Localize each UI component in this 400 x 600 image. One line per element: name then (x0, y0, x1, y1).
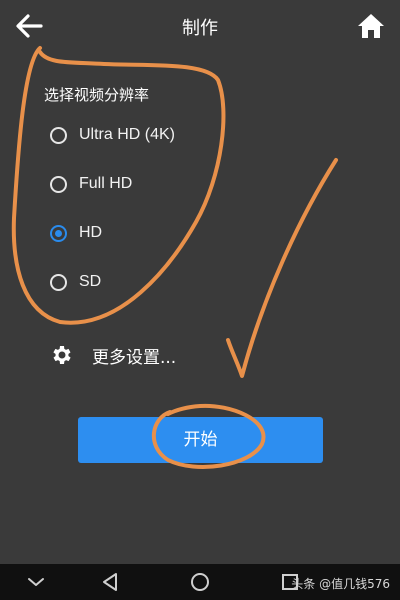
radio-label: Ultra HD (4K) (79, 126, 176, 143)
screen: 制作 选择视频分辨率 Ultra HD (4K) Full HD HD SD 更… (0, 0, 400, 600)
radio-button[interactable] (50, 126, 67, 144)
radio-label: SD (79, 273, 102, 290)
back-triangle-icon (103, 573, 117, 591)
app-bar: 制作 (0, 0, 400, 52)
more-settings-row[interactable]: 更多设置... (50, 341, 176, 369)
radio-option-ultra-hd[interactable]: Ultra HD (4K) (50, 122, 175, 148)
radio-button-selected[interactable] (50, 224, 67, 242)
nav-hide-button[interactable] (18, 564, 54, 600)
radio-option-hd[interactable]: HD (50, 220, 102, 246)
home-icon (358, 14, 384, 38)
start-button[interactable]: 开始 (78, 417, 323, 463)
radio-option-sd[interactable]: SD (50, 269, 101, 295)
watermark-text: 头条 @值几钱576 (291, 577, 390, 591)
annotation-checkmark (226, 158, 338, 378)
radio-label: Full HD (79, 175, 133, 192)
home-circle-icon (191, 573, 209, 591)
system-nav-bar: 头条 @值几钱576 (0, 564, 400, 600)
more-settings-label: 更多设置... (92, 347, 177, 368)
home-button[interactable] (356, 11, 386, 41)
gear-icon (53, 346, 71, 364)
nav-home-button[interactable] (182, 564, 218, 600)
resolution-section-title: 选择视频分辨率 (44, 86, 150, 104)
page-title: 制作 (182, 18, 218, 39)
chevron-down-icon (28, 578, 44, 586)
radio-label: HD (79, 224, 103, 241)
radio-button[interactable] (50, 273, 67, 291)
nav-back-button[interactable] (92, 564, 128, 600)
radio-option-full-hd[interactable]: Full HD (50, 171, 132, 197)
radio-button[interactable] (50, 175, 67, 193)
